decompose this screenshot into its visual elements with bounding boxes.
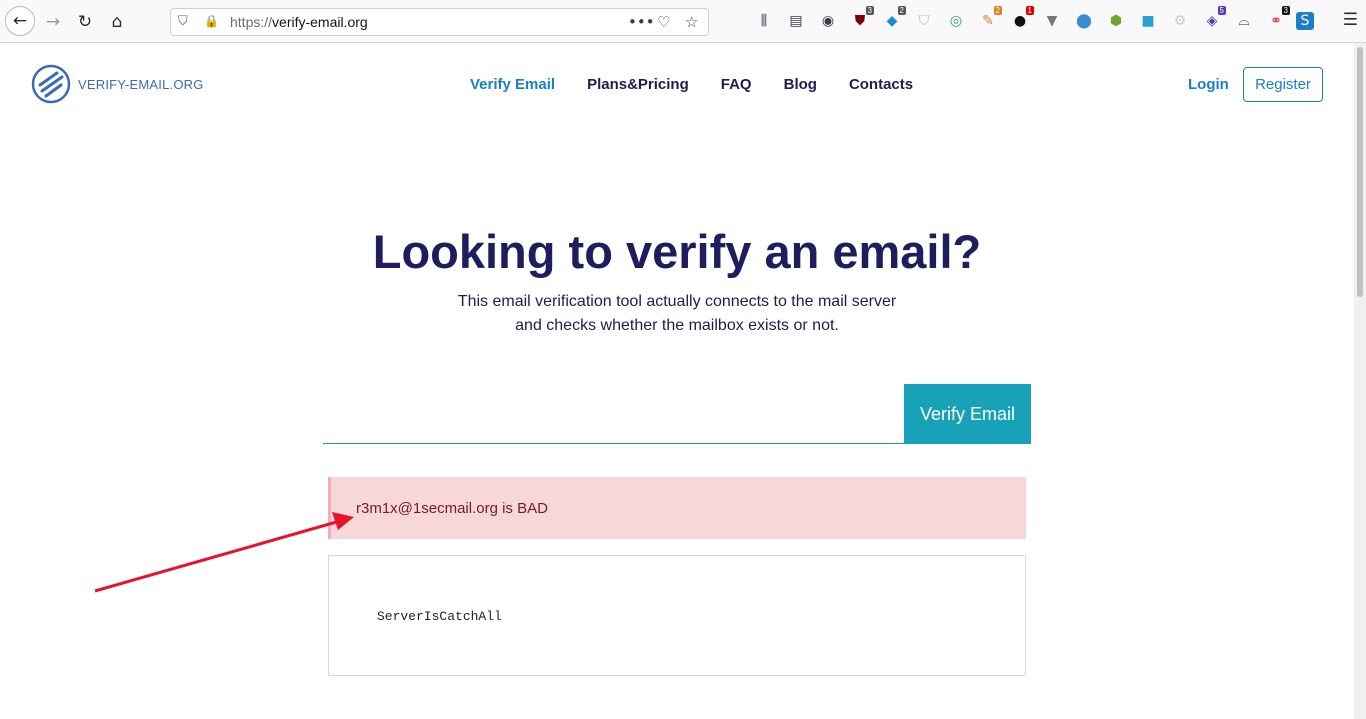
- forward-icon[interactable]: →: [39, 8, 67, 36]
- nav-blog[interactable]: Blog: [784, 76, 817, 93]
- hamburger-menu-icon[interactable]: ☰: [1343, 10, 1358, 30]
- library-icon[interactable]: ⫼: [752, 10, 776, 32]
- site-logo[interactable]: VERIFY-EMAIL.ORG: [30, 63, 204, 105]
- nav-plans-pricing[interactable]: Plans&Pricing: [587, 76, 689, 93]
- extension-blue-icon[interactable]: ◆ 2: [880, 6, 906, 32]
- register-button[interactable]: Register: [1243, 67, 1323, 102]
- nav-contacts[interactable]: Contacts: [849, 76, 913, 93]
- main-nav: Verify Email Plans&Pricing FAQ Blog Cont…: [470, 76, 913, 93]
- extension-gear-icon[interactable]: ⚙: [1168, 10, 1192, 32]
- logo-text: VERIFY-EMAIL.ORG: [78, 76, 204, 92]
- page-subtitle: This email verification tool actually co…: [457, 293, 897, 334]
- extension-cube-icon[interactable]: ■: [1136, 10, 1160, 32]
- back-icon[interactable]: ←: [5, 6, 35, 36]
- logo-mark-icon: [31, 64, 71, 104]
- page-scrollbar[interactable]: [1354, 43, 1366, 719]
- account-icon[interactable]: ◉: [816, 10, 840, 32]
- extension-pin-icon[interactable]: ⬤: [1072, 10, 1096, 32]
- extension-shield-icon[interactable]: ⛉: [912, 10, 936, 32]
- page-actions-icon[interactable]: •••: [628, 13, 655, 31]
- nav-faq[interactable]: FAQ: [721, 76, 752, 93]
- verify-email-button[interactable]: Verify Email: [904, 384, 1031, 444]
- extension-dark-icon[interactable]: ● 1: [1008, 6, 1034, 32]
- login-link[interactable]: Login: [1188, 76, 1229, 93]
- pocket-icon[interactable]: ♡: [657, 13, 670, 31]
- extension-hat-icon[interactable]: ⌓: [1232, 10, 1256, 32]
- result-alert: r3m1x@1secmail.org is BAD: [328, 477, 1026, 539]
- sidebar-icon[interactable]: ▤: [784, 10, 808, 32]
- alert-text: r3m1x@1secmail.org is BAD: [356, 500, 548, 517]
- home-icon[interactable]: ⌂: [103, 8, 131, 36]
- lock-icon[interactable]: 🔒: [204, 14, 219, 28]
- result-detail-box: ServerIsCatchAll: [328, 555, 1026, 676]
- page-title: Looking to verify an email?: [372, 225, 982, 278]
- tracking-shield-icon[interactable]: ⛉: [178, 14, 188, 29]
- bookmark-star-icon[interactable]: ☆: [685, 13, 698, 31]
- extension-toolbar: ⫼ ▤ ◉ ⛊ 3 ◆ 2 ⛉ ◎ ✎ 2 ● 1 ▼ ⬤ ⬢ ■ ⚙ ◈ 5 ⌓ ⚭ 3 …: [752, 6, 1314, 34]
- url-text[interactable]: https://verify-email.org: [230, 14, 368, 30]
- extension-map-pin-icon[interactable]: ⬢: [1104, 10, 1128, 32]
- nav-verify-email[interactable]: Verify Email: [470, 76, 555, 93]
- extension-s-icon[interactable]: S: [1296, 12, 1314, 30]
- extension-green-icon[interactable]: ◎: [944, 10, 968, 32]
- browser-toolbar: ← → ↻ ⌂ ⛉ 🔒 https://verify-email.org •••…: [0, 0, 1366, 43]
- result-detail-text: ServerIsCatchAll: [377, 609, 502, 624]
- ublock-icon[interactable]: ⛊ 3: [848, 6, 874, 32]
- extension-stack-icon[interactable]: ◈ 5: [1200, 6, 1226, 32]
- extension-v-icon[interactable]: ▼: [1040, 10, 1064, 32]
- reload-icon[interactable]: ↻: [71, 8, 99, 36]
- email-input[interactable]: [323, 384, 905, 444]
- extension-share-icon[interactable]: ⚭ 3: [1264, 6, 1290, 32]
- extension-orange-icon[interactable]: ✎ 2: [976, 6, 1002, 32]
- url-bar[interactable]: ⛉ 🔒 https://verify-email.org ••• ♡ ☆: [170, 8, 709, 36]
- scrollbar-thumb[interactable]: [1357, 47, 1363, 297]
